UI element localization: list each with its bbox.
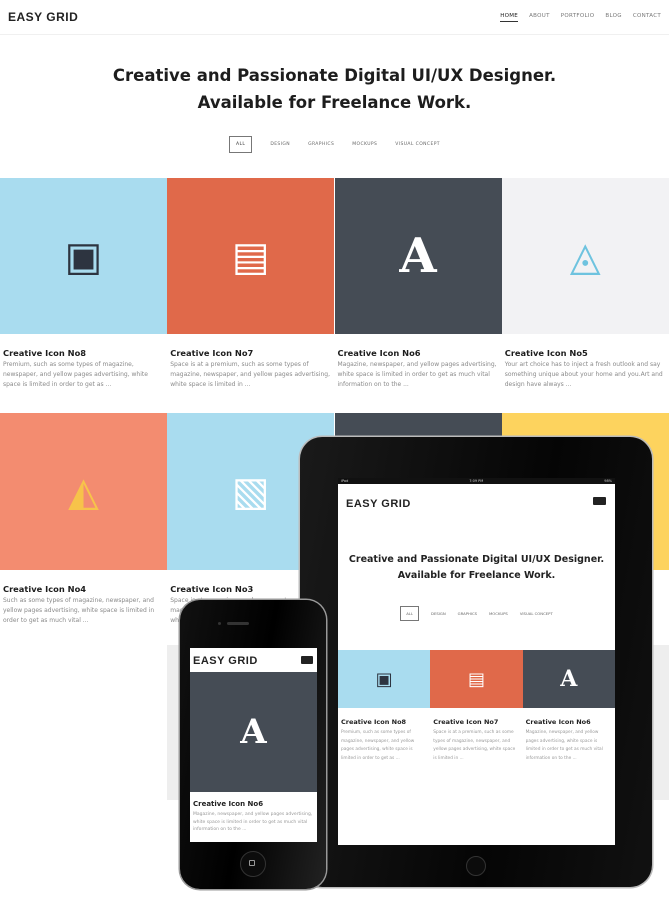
card-image[interactable]: ◬	[501, 178, 669, 334]
media-files-icon: ▧	[231, 468, 270, 515]
compass-drawing-icon: ◬	[569, 232, 601, 280]
card-title[interactable]: Creative Icon No4	[3, 584, 163, 594]
card-description: Space is at a premium, such as some type…	[170, 361, 330, 388]
phone-logo: EASY GRID	[193, 655, 258, 667]
layout-window-icon: ▤	[467, 668, 485, 690]
drafting-tools-icon: ◭	[68, 468, 99, 515]
nav-about[interactable]: ABOUT	[529, 13, 550, 22]
phone-home-button[interactable]	[240, 851, 266, 877]
filter-all[interactable]: ALL	[229, 136, 253, 153]
phone-menu-icon[interactable]	[301, 656, 313, 664]
phone-camera	[218, 622, 221, 625]
tablet-card-description: Premium, such as some types of magazine,…	[341, 730, 415, 761]
card-description: Such as some types of magazine, newspape…	[3, 597, 155, 624]
menu-icon[interactable]	[593, 497, 606, 505]
card-title[interactable]: Creative Icon No5	[505, 348, 665, 358]
tablet-hero-line-1: Creative and Passionate Digital UI/UX De…	[348, 554, 605, 565]
layout-window-icon: ▤	[231, 232, 270, 280]
tablet-status-bar: iPad 7:09 PM 98%	[338, 478, 615, 484]
tablet-drawing-icon: ▣	[64, 232, 103, 280]
tablet-hero-line-2: Available for Freelance Work.	[397, 570, 556, 581]
hero-line-2: Available for Freelance Work.	[197, 93, 472, 112]
phone-speaker	[227, 622, 249, 625]
portfolio-filters: ALL DESIGN GRAPHICS MOCKUPS VISUAL CONCE…	[0, 136, 669, 153]
tablet-filter-all[interactable]: ALL	[400, 606, 420, 621]
filter-visual-concept[interactable]: VISUAL CONCEPT	[395, 137, 440, 152]
tablet-card-title[interactable]: Creative Icon No6	[526, 718, 591, 726]
card-image[interactable]: A	[334, 178, 502, 334]
vector-letter-a-icon: A	[240, 712, 267, 752]
tablet-card-description: Space is at a premium, such as some type…	[433, 730, 516, 761]
tablet-mockup: iPad 7:09 PM 98% EASY GRID Creative and …	[300, 437, 652, 887]
main-nav: HOME ABOUT PORTFOLIO BLOG CONTACT	[500, 13, 661, 22]
vector-letter-a-icon: A	[560, 666, 578, 692]
phone-mockup: EASY GRID A Creative Icon No6 Magazine, …	[180, 600, 326, 889]
tablet-screen: iPad 7:09 PM 98% EASY GRID Creative and …	[338, 478, 615, 845]
tablet-card-title[interactable]: Creative Icon No7	[433, 718, 498, 726]
card-title[interactable]: Creative Icon No8	[3, 348, 163, 358]
tablet-filter-mockups[interactable]: MOCKUPS	[489, 611, 508, 616]
filter-mockups[interactable]: MOCKUPS	[352, 137, 377, 152]
vector-letter-a-icon: A	[399, 228, 437, 284]
tablet-filter-visual-concept[interactable]: VISUAL CONCEPT	[520, 611, 553, 616]
tablet-card-title[interactable]: Creative Icon No8	[341, 718, 406, 726]
tablet-home-button[interactable]	[466, 856, 486, 876]
card-image[interactable]: ◭	[0, 413, 167, 570]
card-image[interactable]: ▣	[0, 178, 167, 334]
phone-screen: EASY GRID A Creative Icon No6 Magazine, …	[190, 648, 317, 842]
tablet-filter-design[interactable]: DESIGN	[431, 611, 446, 616]
tablet-card-image[interactable]: ▤	[430, 650, 523, 708]
tablet-card-description: Magazine, newspaper, and yellow pages ad…	[525, 730, 603, 761]
filter-graphics[interactable]: GRAPHICS	[308, 137, 334, 152]
status-time: 7:09 PM	[469, 479, 484, 483]
phone-card-image[interactable]: A	[190, 672, 317, 792]
tablet-logo: EASY GRID	[346, 498, 411, 510]
filter-design[interactable]: DESIGN	[270, 137, 290, 152]
card-description: Your art choice has to inject a fresh ou…	[504, 361, 663, 388]
nav-contact[interactable]: CONTACT	[633, 13, 661, 22]
tablet-hero: Creative and Passionate Digital UI/UX De…	[338, 552, 615, 584]
tablet-drawing-icon: ▣	[375, 668, 393, 690]
phone-card-desc: Magazine, newspaper, and yellow pages ad…	[193, 812, 313, 832]
tablet-card-image[interactable]: A	[522, 650, 615, 708]
card-image[interactable]: ▤	[167, 178, 335, 334]
status-battery: 98%	[604, 479, 612, 483]
card-title[interactable]: Creative Icon No6	[338, 348, 498, 358]
tablet-card-image[interactable]: ▣	[338, 650, 431, 708]
tablet-filters: ALL DESIGN GRAPHICS MOCKUPS VISUAL CONCE…	[338, 606, 615, 621]
nav-blog[interactable]: BLOG	[605, 13, 621, 22]
status-device: iPad	[341, 479, 349, 483]
tablet-filter-graphics[interactable]: GRAPHICS	[458, 611, 477, 616]
hero-line-1: Creative and Passionate Digital UI/UX De…	[112, 66, 557, 85]
card-description: Premium, such as some types of magazine,…	[3, 361, 148, 388]
nav-portfolio[interactable]: PORTFOLIO	[561, 13, 595, 22]
site-logo[interactable]: EASY GRID	[8, 10, 78, 24]
phone-card-title[interactable]: Creative Icon No6	[193, 800, 263, 808]
hero-heading: Creative and Passionate Digital UI/UX De…	[0, 62, 669, 116]
card-title[interactable]: Creative Icon No7	[170, 348, 330, 358]
nav-home[interactable]: HOME	[500, 13, 519, 22]
header-divider	[0, 34, 669, 35]
card-description: Magazine, newspaper, and yellow pages ad…	[337, 361, 497, 388]
